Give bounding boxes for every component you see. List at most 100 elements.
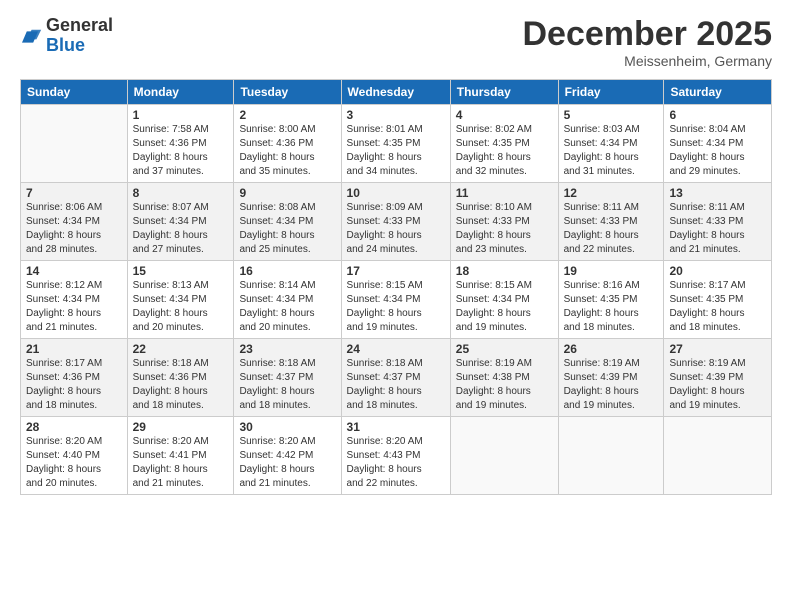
day-number: 25 [456,342,553,356]
day-info: Sunrise: 8:14 AMSunset: 4:34 PMDaylight:… [239,279,335,335]
calendar-cell: 30Sunrise: 8:20 AMSunset: 4:42 PMDayligh… [234,417,341,495]
logo-blue: Blue [46,35,85,55]
calendar-header: Sunday Monday Tuesday Wednesday Thursday… [21,80,772,105]
page-header: General Blue December 2025 Meissenheim, … [20,16,772,69]
day-info: Sunrise: 8:17 AMSunset: 4:35 PMDaylight:… [669,279,766,335]
day-info: Sunrise: 8:16 AMSunset: 4:35 PMDaylight:… [564,279,659,335]
day-info: Sunrise: 8:17 AMSunset: 4:36 PMDaylight:… [26,357,122,413]
calendar-cell: 21Sunrise: 8:17 AMSunset: 4:36 PMDayligh… [21,339,128,417]
day-number: 21 [26,342,122,356]
day-number: 27 [669,342,766,356]
calendar-body: 1Sunrise: 7:58 AMSunset: 4:36 PMDaylight… [21,105,772,495]
calendar-week-row: 28Sunrise: 8:20 AMSunset: 4:40 PMDayligh… [21,417,772,495]
day-info: Sunrise: 8:00 AMSunset: 4:36 PMDaylight:… [239,123,335,179]
day-number: 7 [26,186,122,200]
day-info: Sunrise: 8:19 AMSunset: 4:39 PMDaylight:… [669,357,766,413]
day-number: 12 [564,186,659,200]
day-info: Sunrise: 8:15 AMSunset: 4:34 PMDaylight:… [347,279,445,335]
col-wednesday: Wednesday [341,80,450,105]
day-info: Sunrise: 8:18 AMSunset: 4:36 PMDaylight:… [133,357,229,413]
col-tuesday: Tuesday [234,80,341,105]
calendar-cell [664,417,772,495]
calendar-cell: 14Sunrise: 8:12 AMSunset: 4:34 PMDayligh… [21,261,128,339]
calendar-cell: 12Sunrise: 8:11 AMSunset: 4:33 PMDayligh… [558,183,664,261]
day-info: Sunrise: 8:09 AMSunset: 4:33 PMDaylight:… [347,201,445,257]
month-title: December 2025 [522,16,772,53]
calendar-cell: 20Sunrise: 8:17 AMSunset: 4:35 PMDayligh… [664,261,772,339]
calendar-cell: 2Sunrise: 8:00 AMSunset: 4:36 PMDaylight… [234,105,341,183]
calendar-cell: 25Sunrise: 8:19 AMSunset: 4:38 PMDayligh… [450,339,558,417]
day-info: Sunrise: 8:07 AMSunset: 4:34 PMDaylight:… [133,201,229,257]
day-number: 30 [239,420,335,434]
col-thursday: Thursday [450,80,558,105]
calendar-cell: 16Sunrise: 8:14 AMSunset: 4:34 PMDayligh… [234,261,341,339]
day-info: Sunrise: 8:20 AMSunset: 4:42 PMDaylight:… [239,435,335,491]
day-number: 31 [347,420,445,434]
calendar-cell: 23Sunrise: 8:18 AMSunset: 4:37 PMDayligh… [234,339,341,417]
day-number: 24 [347,342,445,356]
day-number: 22 [133,342,229,356]
calendar-cell [558,417,664,495]
day-number: 15 [133,264,229,278]
day-info: Sunrise: 8:18 AMSunset: 4:37 PMDaylight:… [347,357,445,413]
title-block: December 2025 Meissenheim, Germany [522,16,772,69]
day-info: Sunrise: 8:10 AMSunset: 4:33 PMDaylight:… [456,201,553,257]
calendar-table: Sunday Monday Tuesday Wednesday Thursday… [20,79,772,495]
day-info: Sunrise: 8:13 AMSunset: 4:34 PMDaylight:… [133,279,229,335]
calendar-cell: 15Sunrise: 8:13 AMSunset: 4:34 PMDayligh… [127,261,234,339]
logo-icon [22,23,46,43]
calendar-week-row: 21Sunrise: 8:17 AMSunset: 4:36 PMDayligh… [21,339,772,417]
day-number: 8 [133,186,229,200]
calendar-cell: 13Sunrise: 8:11 AMSunset: 4:33 PMDayligh… [664,183,772,261]
calendar-cell: 7Sunrise: 8:06 AMSunset: 4:34 PMDaylight… [21,183,128,261]
day-number: 28 [26,420,122,434]
logo-general: General [46,15,113,35]
day-number: 10 [347,186,445,200]
day-number: 17 [347,264,445,278]
day-number: 4 [456,108,553,122]
calendar-cell: 8Sunrise: 8:07 AMSunset: 4:34 PMDaylight… [127,183,234,261]
calendar-cell: 6Sunrise: 8:04 AMSunset: 4:34 PMDaylight… [664,105,772,183]
day-number: 1 [133,108,229,122]
day-info: Sunrise: 8:18 AMSunset: 4:37 PMDaylight:… [239,357,335,413]
day-info: Sunrise: 8:04 AMSunset: 4:34 PMDaylight:… [669,123,766,179]
calendar-cell [21,105,128,183]
col-friday: Friday [558,80,664,105]
col-saturday: Saturday [664,80,772,105]
day-number: 23 [239,342,335,356]
calendar-cell: 3Sunrise: 8:01 AMSunset: 4:35 PMDaylight… [341,105,450,183]
calendar-cell: 24Sunrise: 8:18 AMSunset: 4:37 PMDayligh… [341,339,450,417]
day-number: 29 [133,420,229,434]
day-number: 6 [669,108,766,122]
day-info: Sunrise: 8:12 AMSunset: 4:34 PMDaylight:… [26,279,122,335]
calendar-cell: 22Sunrise: 8:18 AMSunset: 4:36 PMDayligh… [127,339,234,417]
day-number: 2 [239,108,335,122]
calendar-cell: 29Sunrise: 8:20 AMSunset: 4:41 PMDayligh… [127,417,234,495]
day-info: Sunrise: 8:20 AMSunset: 4:40 PMDaylight:… [26,435,122,491]
day-info: Sunrise: 8:19 AMSunset: 4:39 PMDaylight:… [564,357,659,413]
day-info: Sunrise: 8:11 AMSunset: 4:33 PMDaylight:… [564,201,659,257]
calendar-cell: 26Sunrise: 8:19 AMSunset: 4:39 PMDayligh… [558,339,664,417]
day-info: Sunrise: 8:06 AMSunset: 4:34 PMDaylight:… [26,201,122,257]
day-number: 5 [564,108,659,122]
day-info: Sunrise: 8:15 AMSunset: 4:34 PMDaylight:… [456,279,553,335]
day-number: 26 [564,342,659,356]
day-number: 19 [564,264,659,278]
day-info: Sunrise: 8:20 AMSunset: 4:41 PMDaylight:… [133,435,229,491]
calendar-cell: 27Sunrise: 8:19 AMSunset: 4:39 PMDayligh… [664,339,772,417]
day-info: Sunrise: 8:02 AMSunset: 4:35 PMDaylight:… [456,123,553,179]
location: Meissenheim, Germany [522,53,772,69]
day-info: Sunrise: 8:20 AMSunset: 4:43 PMDaylight:… [347,435,445,491]
calendar-cell: 28Sunrise: 8:20 AMSunset: 4:40 PMDayligh… [21,417,128,495]
day-number: 16 [239,264,335,278]
day-number: 18 [456,264,553,278]
calendar-cell: 17Sunrise: 8:15 AMSunset: 4:34 PMDayligh… [341,261,450,339]
day-info: Sunrise: 8:19 AMSunset: 4:38 PMDaylight:… [456,357,553,413]
day-info: Sunrise: 7:58 AMSunset: 4:36 PMDaylight:… [133,123,229,179]
calendar-week-row: 1Sunrise: 7:58 AMSunset: 4:36 PMDaylight… [21,105,772,183]
logo-text: General Blue [46,16,113,56]
calendar-week-row: 7Sunrise: 8:06 AMSunset: 4:34 PMDaylight… [21,183,772,261]
day-info: Sunrise: 8:01 AMSunset: 4:35 PMDaylight:… [347,123,445,179]
calendar-week-row: 14Sunrise: 8:12 AMSunset: 4:34 PMDayligh… [21,261,772,339]
calendar-cell: 18Sunrise: 8:15 AMSunset: 4:34 PMDayligh… [450,261,558,339]
